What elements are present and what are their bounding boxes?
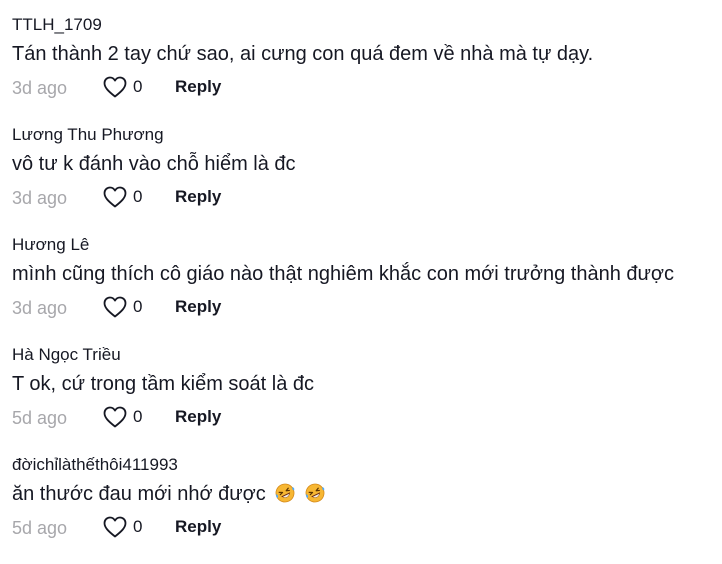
comment-meta: 5d ago 0 Reply bbox=[12, 404, 412, 430]
comment-text: T ok, cứ trong tầm kiểm soát là đc bbox=[12, 373, 315, 395]
comment-text: ăn thước đau mới nhớ được bbox=[12, 483, 266, 505]
comment-meta: 3d ago 0 Reply bbox=[12, 184, 412, 210]
heart-icon bbox=[103, 76, 127, 98]
like-button[interactable]: 0 bbox=[103, 294, 163, 320]
like-count: 0 bbox=[133, 77, 143, 96]
comment-timestamp: 5d ago bbox=[12, 518, 68, 538]
comment-username[interactable]: Hà Ngọc Triều bbox=[12, 344, 121, 366]
heart-icon bbox=[103, 516, 127, 538]
heart-icon bbox=[103, 186, 127, 208]
like-button[interactable]: 0 bbox=[103, 514, 163, 540]
comment-text: Tán thành 2 tay chứ sao, ai cưng con quá… bbox=[12, 43, 594, 65]
comment-username[interactable]: Lương Thu Phương bbox=[12, 124, 164, 146]
reply-button[interactable]: Reply bbox=[175, 76, 221, 98]
like-button[interactable]: 0 bbox=[103, 404, 163, 430]
comment-username[interactable]: Hương Lê bbox=[12, 234, 89, 256]
comment-username[interactable]: TTLH_1709 bbox=[12, 14, 102, 36]
reply-button[interactable]: Reply bbox=[175, 296, 221, 318]
comment-meta: 5d ago 0 Reply bbox=[12, 514, 412, 540]
heart-icon bbox=[103, 296, 127, 318]
comment-text-row: ăn thước đau mới nhớ được bbox=[12, 480, 325, 508]
comment-username[interactable]: đờichỉlàthếthôi411993 bbox=[12, 454, 178, 476]
comment-item: Lương Thu Phương vô tư k đánh vào chỗ hi… bbox=[12, 124, 712, 234]
heart-icon bbox=[103, 406, 127, 428]
rolling-on-floor-laughing-emoji-icon bbox=[275, 483, 295, 503]
like-button[interactable]: 0 bbox=[103, 74, 163, 100]
like-button[interactable]: 0 bbox=[103, 184, 163, 210]
rolling-on-floor-laughing-emoji-icon bbox=[305, 483, 325, 503]
like-count: 0 bbox=[133, 517, 143, 536]
comment-timestamp: 5d ago bbox=[12, 408, 68, 428]
like-count: 0 bbox=[133, 187, 143, 206]
like-count: 0 bbox=[133, 407, 143, 426]
comment-timestamp: 3d ago bbox=[12, 188, 68, 208]
comment-timestamp: 3d ago bbox=[12, 298, 68, 318]
comment-item: Hương Lê mình cũng thích cô giáo nào thậ… bbox=[12, 234, 712, 344]
reply-button[interactable]: Reply bbox=[175, 516, 221, 538]
comment-timestamp: 3d ago bbox=[12, 78, 68, 98]
comment-meta: 3d ago 0 Reply bbox=[12, 294, 412, 320]
comment-list: TTLH_1709 Tán thành 2 tay chứ sao, ai cư… bbox=[12, 14, 712, 564]
reply-button[interactable]: Reply bbox=[175, 186, 221, 208]
comment-item: đờichỉlàthếthôi411993 ăn thước đau mới n… bbox=[12, 454, 712, 564]
comment-text: mình cũng thích cô giáo nào thật nghiêm … bbox=[12, 263, 675, 285]
comment-meta: 3d ago 0 Reply bbox=[12, 74, 412, 100]
comment-text: vô tư k đánh vào chỗ hiểm là đc bbox=[12, 153, 296, 175]
reply-button[interactable]: Reply bbox=[175, 406, 221, 428]
comment-item: TTLH_1709 Tán thành 2 tay chứ sao, ai cư… bbox=[12, 14, 712, 124]
like-count: 0 bbox=[133, 297, 143, 316]
comment-item: Hà Ngọc Triều T ok, cứ trong tầm kiểm so… bbox=[12, 344, 712, 454]
